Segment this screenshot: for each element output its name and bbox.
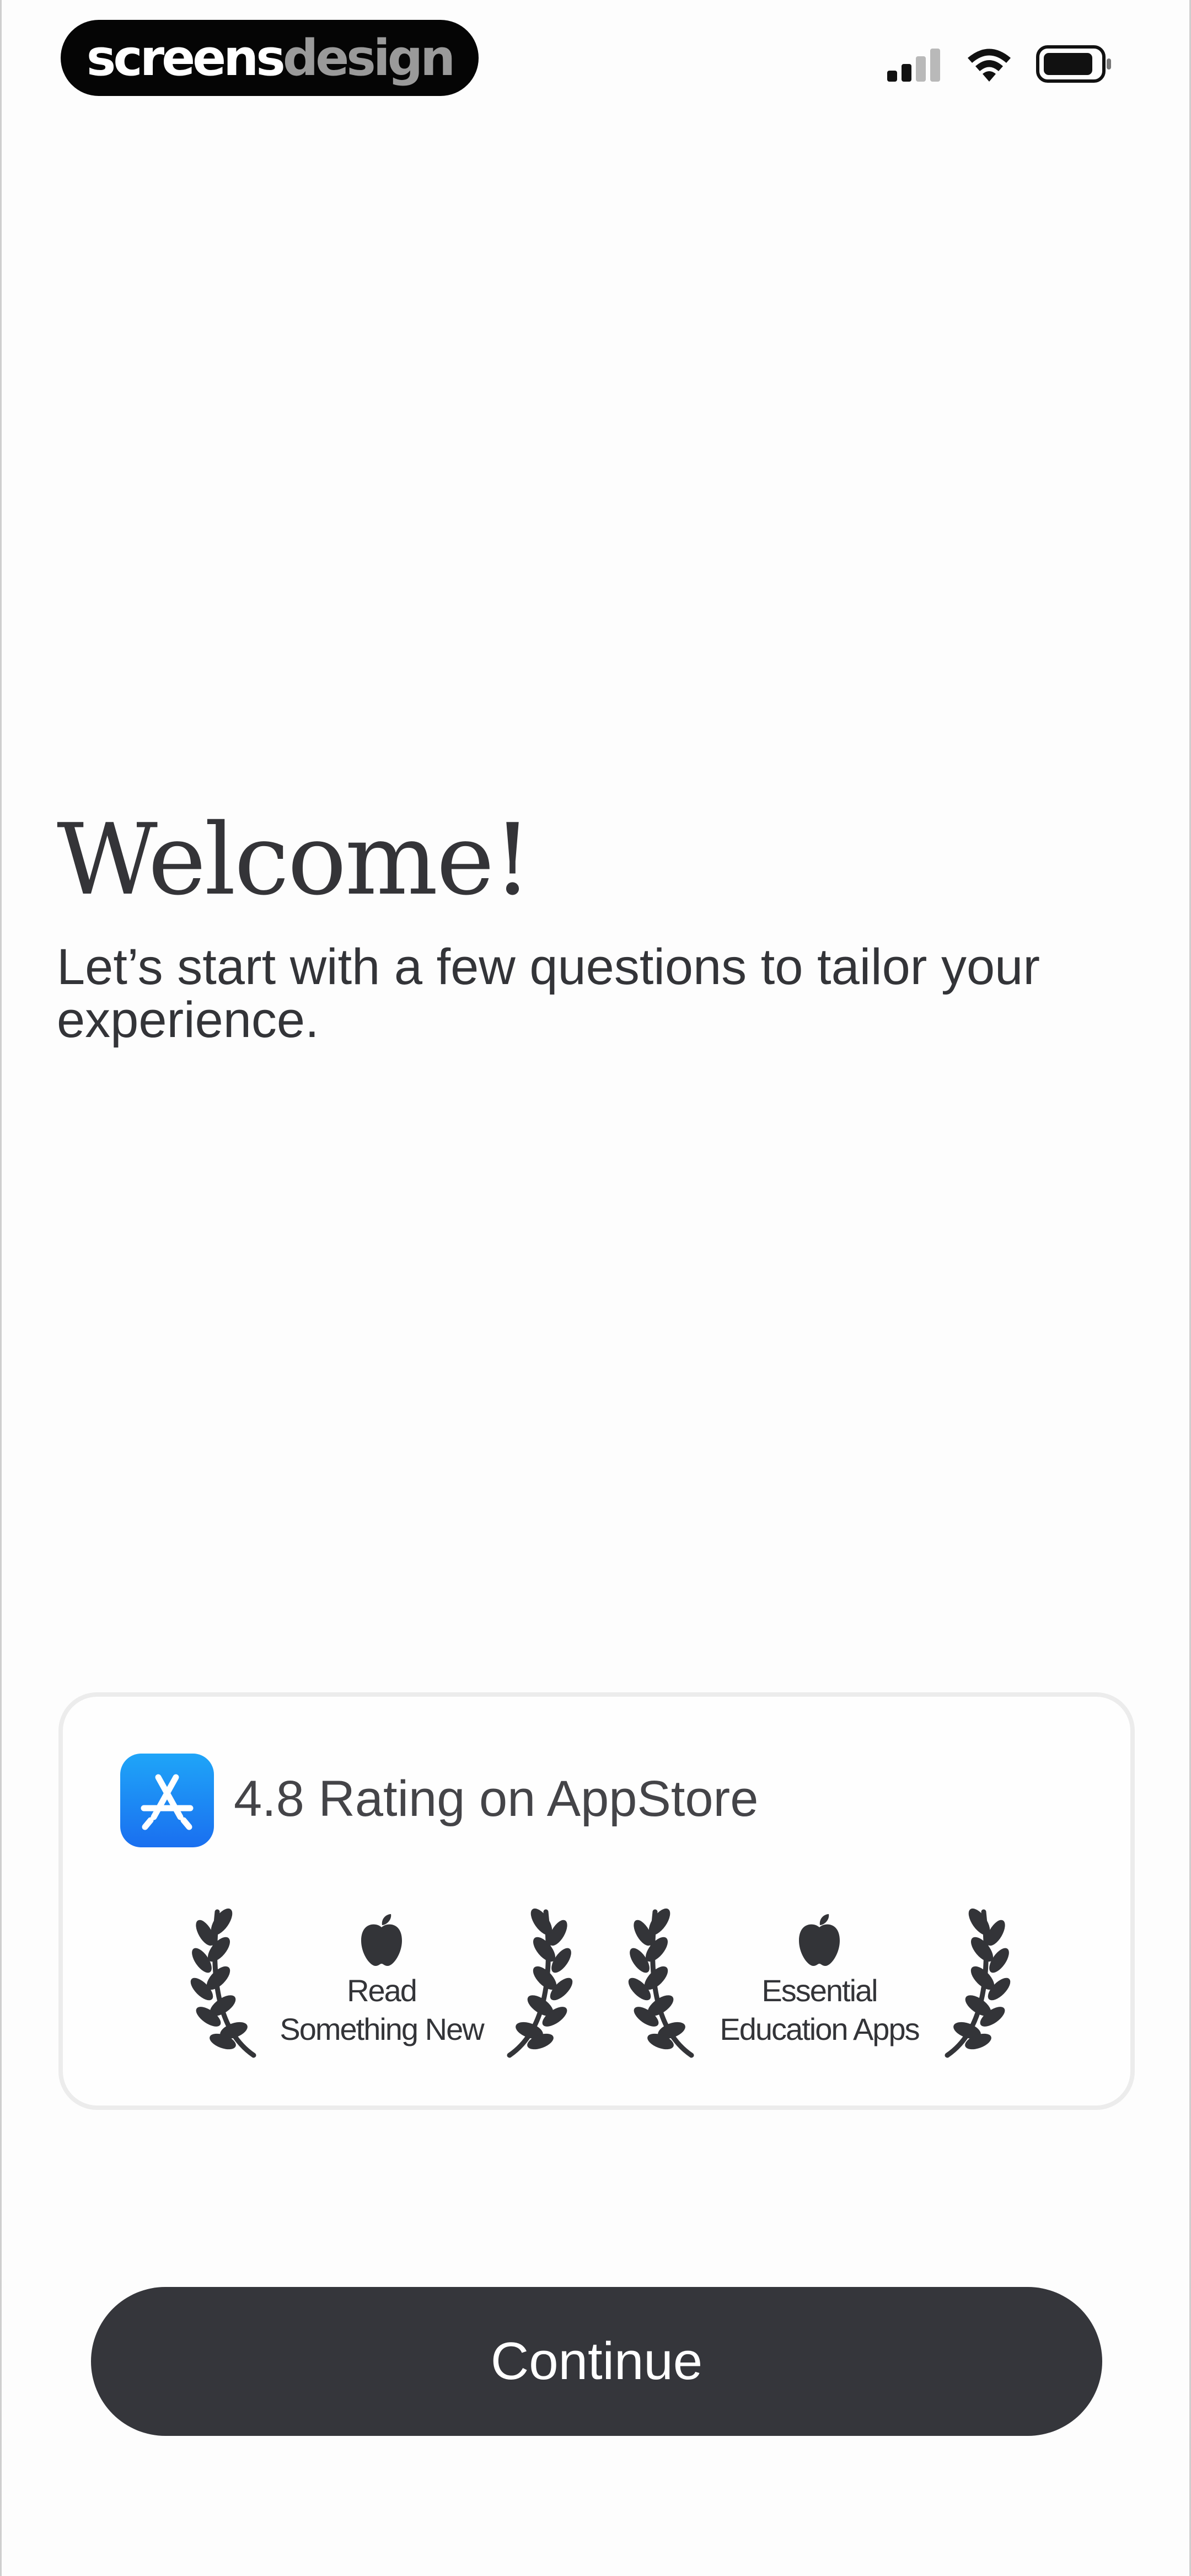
status-bar-icons [887,45,1113,83]
screensdesign-logo: screens design [61,20,479,96]
award-badge: Read Something New [189,1901,575,2066]
cellular-signal-icon [887,49,940,82]
continue-button[interactable]: Continue [91,2287,1102,2436]
apple-logo-icon [799,1914,840,1966]
battery-icon [1036,45,1111,83]
laurel-right-icon [507,1908,573,2058]
onboarding-screen: screens design Welcome! Let’s start with … [0,0,1191,2576]
logo-text-part2: design [282,29,455,87]
wifi-icon [968,49,1011,82]
rating-text: 4.8 Rating on AppStore [234,1771,759,1827]
page-subtitle: Let’s start with a few questions to tail… [57,939,1040,1048]
laurel-right-icon [945,1908,1011,2058]
page-title: Welcome! [57,803,532,917]
apple-logo-icon [361,1914,402,1966]
award-badge: Essential Education Apps [626,1901,1012,2066]
rating-card: 4.8 Rating on AppStore Read Something Ne… [58,1692,1135,2110]
appstore-icon [120,1754,214,1847]
logo-text-part1: screens [86,29,286,87]
